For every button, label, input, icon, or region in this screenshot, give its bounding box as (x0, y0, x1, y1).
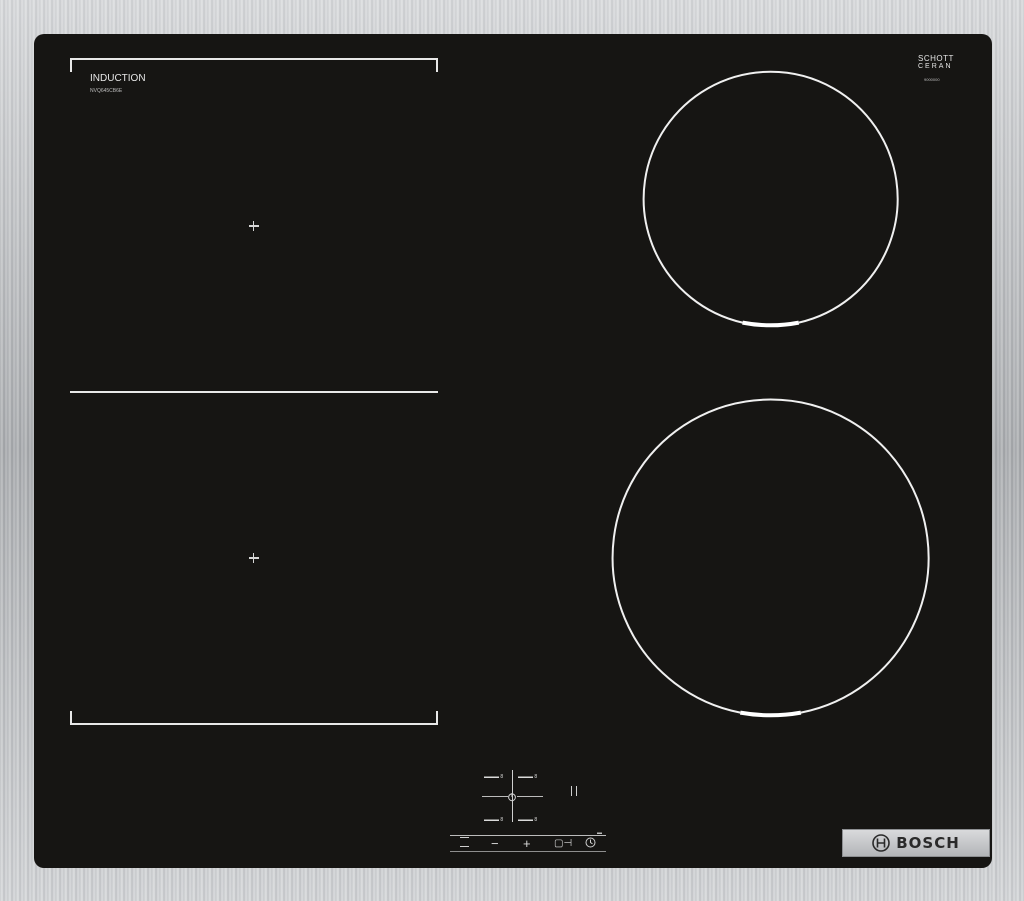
zone-cross-horizontal-right (517, 796, 543, 797)
bosch-logo-icon (872, 834, 891, 852)
large-cooking-zone-ring (611, 398, 930, 714)
cooking-zones (611, 70, 930, 718)
zone-cross-horizontal-left (482, 796, 508, 797)
small-cooking-zone-marker (742, 320, 800, 328)
zone-select-front-right[interactable]: ▬▬▬ 8 (518, 814, 537, 827)
zone-select-rear-right[interactable]: ▬▬▬ 8 (518, 771, 537, 784)
bosch-brand-text: BOSCH (896, 834, 960, 852)
menu-bars-icon[interactable] (460, 837, 469, 847)
minus-button[interactable]: − (491, 837, 499, 850)
clock-icon[interactable] (585, 837, 596, 848)
zone-select-rear-left[interactable]: ▬▬▬ 8 (484, 771, 503, 784)
plus-button[interactable]: + (523, 837, 531, 850)
large-cooking-zone-marker (739, 710, 802, 718)
power-icon[interactable] (507, 792, 517, 802)
small-cooking-zone-ring (642, 70, 899, 324)
ceramic-glass-surface: INDUCTION NVQ645CB6E SCHOTT CERAN 900000… (34, 34, 992, 868)
bosch-brand-badge: BOSCH (842, 829, 990, 857)
zone-select-front-left[interactable]: ▬▬▬ 8 (484, 814, 503, 827)
keep-warm-icon[interactable] (571, 786, 577, 796)
flex-function-button[interactable]: ▢⊣ (554, 837, 572, 850)
slider-track-lower (450, 851, 606, 852)
mark-small: ▬ (597, 830, 602, 836)
